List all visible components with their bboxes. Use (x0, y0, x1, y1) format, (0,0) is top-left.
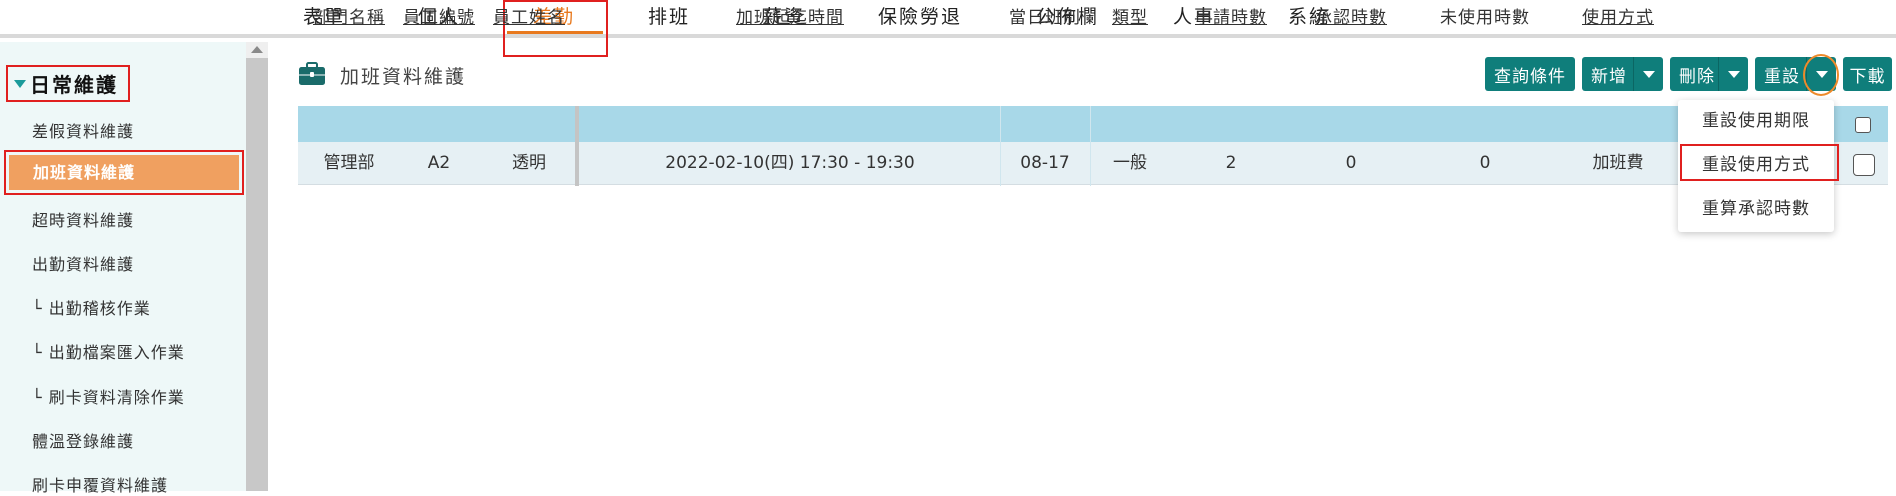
sidebar-item-attendance-maintenance[interactable]: 出勤資料維護 (32, 251, 134, 275)
table-header (298, 106, 1888, 142)
caret-down-icon (1727, 70, 1740, 78)
caret-down-icon (14, 80, 26, 88)
briefcase-icon (299, 62, 325, 85)
column-header-overtime-period[interactable]: 加班起迄時間 (580, 0, 1000, 36)
sidebar-item-overtime-maintenance[interactable]: 加班資料維護 (9, 155, 239, 190)
column-header-shift: 當日班別 (1009, 8, 1081, 28)
cell-usage-method: 加班費 (1592, 153, 1644, 173)
frozen-column-divider[interactable] (575, 106, 579, 186)
column-divider (1090, 106, 1091, 186)
menu-item-recalculate-approved-hours[interactable]: 重算承認時數 (1678, 188, 1834, 230)
add-label: 新增 (1591, 66, 1627, 87)
download-label: 下載 (1849, 66, 1886, 87)
sidebar-item-punch-data-clear[interactable]: └ 刷卡資料清除作業 (32, 384, 185, 408)
cell-unused-hours: 0 (1479, 153, 1491, 173)
sidebar-group-label: 日常維護 (30, 73, 118, 97)
column-header-usage-method[interactable]: 使用方式 (1560, 0, 1676, 36)
sidebar: 日常維護 差假資料維護 加班資料維護 超時資料維護 出勤資料維護 └ 出勤稽核作… (0, 42, 246, 495)
sidebar-item-temperature-log[interactable]: 體溫登錄維護 (32, 428, 134, 452)
sidebar-item-excess-time-maintenance[interactable]: 超時資料維護 (32, 207, 134, 231)
page-title: 加班資料維護 (340, 66, 467, 88)
add-button[interactable]: 新增 (1582, 57, 1663, 91)
add-dropdown-toggle[interactable] (1633, 57, 1663, 91)
column-header-employee-name[interactable]: 員工姓名 (484, 0, 574, 36)
select-all-checkbox[interactable] (1855, 117, 1871, 133)
column-header-applied-hours[interactable]: 申請時數 (1170, 0, 1292, 36)
cell-approved-hours: 0 (1345, 153, 1357, 173)
cell-employee-name: 透明 (512, 153, 546, 173)
reset-dropdown-highlight-circle (1803, 54, 1839, 96)
menu-item-reset-usage-period[interactable]: 重設使用期限 (1678, 100, 1834, 142)
column-header-department[interactable]: 部門名稱 (304, 0, 394, 36)
caret-down-icon (1642, 70, 1655, 78)
delete-label: 刪除 (1679, 66, 1715, 87)
cell-applied-hours: 2 (1225, 153, 1237, 173)
row-select-checkbox[interactable] (1853, 154, 1875, 176)
column-header-approved-hours[interactable]: 承認時數 (1292, 0, 1410, 36)
download-button[interactable]: 下載 (1843, 57, 1892, 91)
sidebar-group-daily-maintenance[interactable]: 日常維護 (6, 65, 130, 102)
sidebar-item-overtime-maintenance-highlight: 加班資料維護 (4, 150, 244, 195)
cell-shift: 08-17 (1020, 153, 1070, 173)
column-divider (1000, 106, 1001, 186)
column-header-unused-hours: 未使用時數 (1440, 8, 1530, 28)
query-conditions-button[interactable]: 查詢條件 (1485, 57, 1575, 91)
sidebar-item-punch-appeal[interactable]: 刷卡申覆資料維護 (32, 472, 168, 496)
query-conditions-label: 查詢條件 (1494, 66, 1566, 87)
reset-label: 重設 (1764, 66, 1800, 87)
menu-item-highlight-box (1680, 144, 1839, 181)
cell-overtime-period: 2022-02-10(四) 17:30 - 19:30 (665, 153, 915, 173)
column-header-type[interactable]: 類型 (1090, 0, 1170, 36)
cell-department: 管理部 (323, 153, 375, 173)
sidebar-item-attendance-audit[interactable]: └ 出勤稽核作業 (32, 295, 151, 319)
delete-dropdown-toggle[interactable] (1718, 57, 1748, 91)
sidebar-item-leave-maintenance[interactable]: 差假資料維護 (32, 118, 134, 142)
column-header-employee-id[interactable]: 員工編號 (394, 0, 484, 36)
scroll-up-arrow-icon[interactable] (251, 46, 263, 53)
sidebar-item-attendance-file-import[interactable]: └ 出勤檔案匯入作業 (32, 339, 185, 363)
delete-button[interactable]: 刪除 (1670, 57, 1748, 91)
sidebar-scrollbar[interactable] (246, 42, 268, 491)
cell-employee-id: A2 (427, 153, 451, 173)
cell-type: 一般 (1113, 153, 1147, 173)
